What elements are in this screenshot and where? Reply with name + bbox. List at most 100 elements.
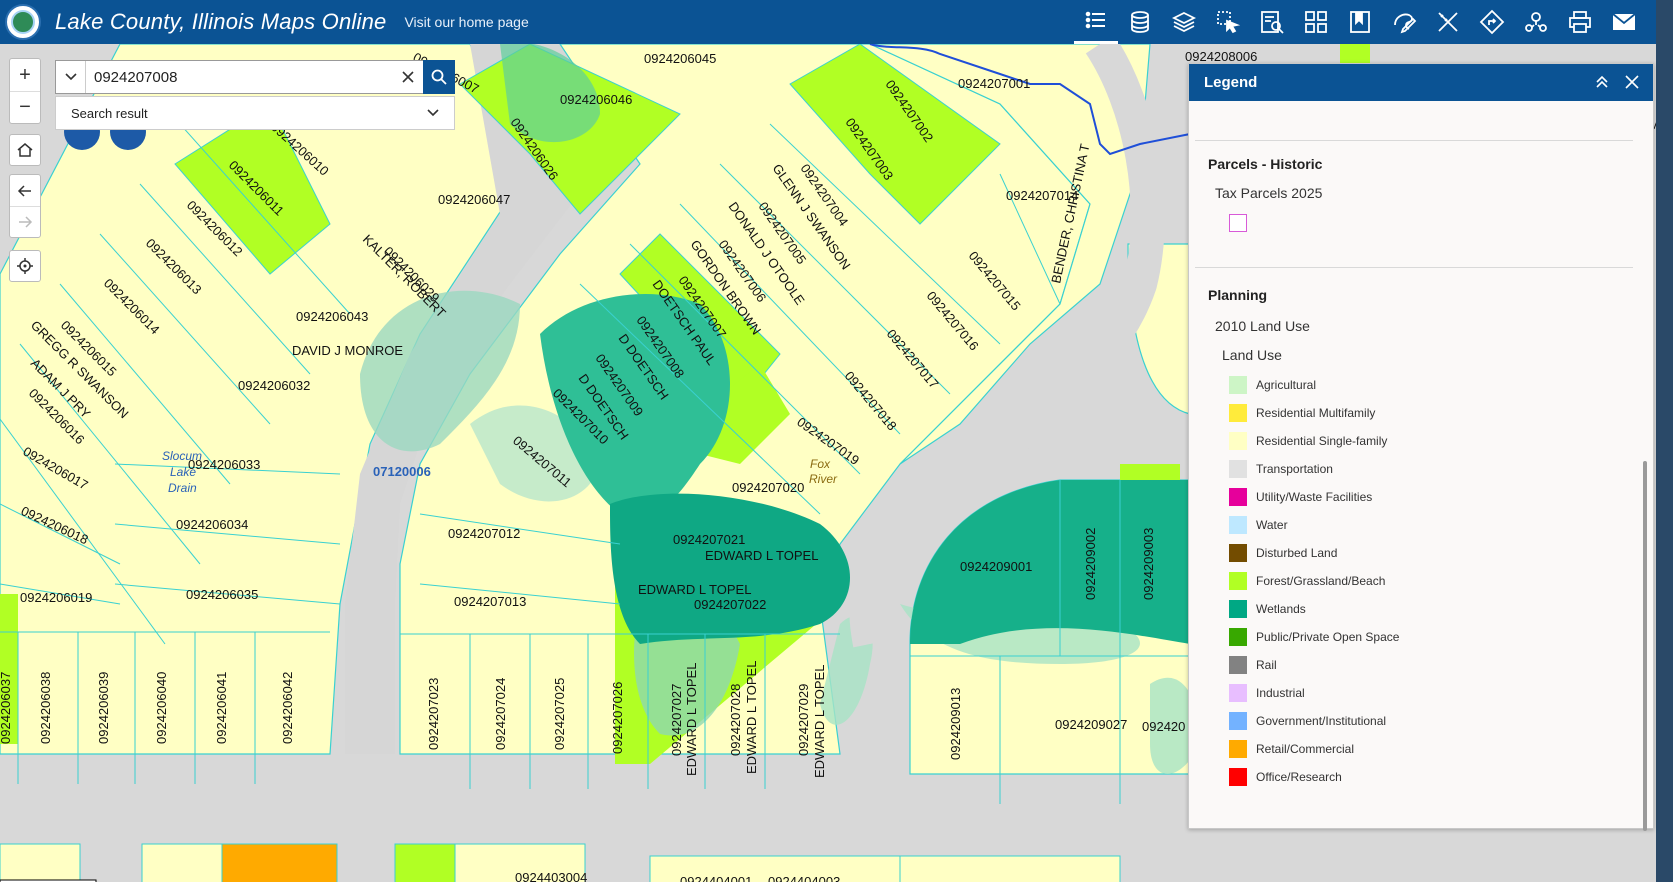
county-seal-logo[interactable]	[5, 4, 41, 40]
parcel-label[interactable]: 0924403004	[515, 870, 587, 882]
home-page-link[interactable]: Visit our home page	[404, 14, 528, 30]
tax-parcel-swatch	[1229, 214, 1247, 232]
parcel-label[interactable]: 0924207028	[728, 684, 743, 756]
measure-tool-button[interactable]	[1426, 0, 1470, 44]
directions-icon	[1479, 9, 1505, 35]
parcel-label[interactable]: 0924209027	[1055, 717, 1127, 732]
next-extent-button[interactable]	[10, 206, 40, 237]
toolbar	[1074, 0, 1646, 44]
print-tool-button[interactable]	[1558, 0, 1602, 44]
legend-item-label: Wetlands	[1256, 602, 1306, 616]
app-title: Lake County, Illinois Maps Online	[55, 9, 387, 34]
legend-item: Industrial	[1229, 683, 1305, 703]
parcel-label[interactable]: 0924207013	[454, 594, 526, 609]
legend-item: Wetlands	[1229, 599, 1306, 619]
legend-item-label: Agricultural	[1256, 378, 1317, 392]
water-label: Slocum	[162, 449, 202, 463]
legend-item-label: Residential Single-family	[1256, 434, 1388, 448]
extent-navigation	[9, 174, 41, 238]
clear-search-button[interactable]	[393, 70, 423, 84]
parcel-label[interactable]: 0924208006	[1185, 49, 1257, 64]
parcel-label[interactable]: 0924207026	[610, 682, 625, 754]
parcel-label[interactable]: 0924207020	[732, 480, 804, 495]
parcel-label[interactable]: 0924206038	[38, 672, 53, 744]
parcel-label[interactable]: 0924207029	[796, 684, 811, 756]
legend-item-label: Government/Institutional	[1256, 714, 1387, 728]
parcel-label[interactable]: 0924207027	[669, 684, 684, 756]
close-icon[interactable]	[1623, 73, 1641, 91]
search-source-dropdown[interactable]	[56, 61, 86, 93]
parcel-label[interactable]: 0924209003	[1141, 528, 1156, 600]
parcel-label[interactable]: 0924207012	[448, 526, 520, 541]
search-button[interactable]	[423, 60, 455, 94]
database-icon	[1131, 11, 1149, 33]
query-tool-button[interactable]	[1250, 0, 1294, 44]
parcel-label[interactable]: 0924207023	[426, 678, 441, 750]
legend-swatch	[1229, 768, 1247, 786]
parcel-label[interactable]: 0924207001	[958, 76, 1030, 91]
parcel-label[interactable]: 0924207021	[673, 532, 745, 547]
legend-swatch	[1229, 432, 1247, 450]
parcel-label[interactable]: 092420	[1142, 719, 1185, 734]
parcel-label[interactable]: 0924206043	[296, 309, 368, 324]
legend-content[interactable]: Parcels - Historic Tax Parcels 2025 Plan…	[1189, 101, 1639, 828]
legend-item-label: Utility/Waste Facilities	[1256, 490, 1373, 504]
parcel-label[interactable]: 0924206035	[186, 587, 258, 602]
select-tool-button[interactable]	[1206, 0, 1250, 44]
parcel-label[interactable]: 0924206040	[154, 672, 169, 744]
collapse-icon[interactable]	[1593, 73, 1611, 91]
zoom-in-button[interactable]: +	[10, 59, 40, 91]
legend-tool-button[interactable]	[1074, 0, 1118, 44]
parcel-label[interactable]: 0924206047	[438, 192, 510, 207]
legend-group-title: Parcels - Historic	[1208, 156, 1323, 172]
legend-layer-title: 2010 Land Use	[1215, 318, 1310, 334]
layers-tool-button[interactable]	[1162, 0, 1206, 44]
parcel-label[interactable]: 0924209002	[1083, 528, 1098, 600]
legend-swatch	[1229, 516, 1247, 534]
data-tool-button[interactable]	[1118, 0, 1162, 44]
parcel-label[interactable]: 0924207022	[694, 597, 766, 612]
legend-item-label: Public/Private Open Space	[1256, 630, 1400, 644]
bookmark-icon	[1350, 11, 1370, 33]
parcel-label[interactable]: 0924206039	[96, 672, 111, 744]
legend-scrollbar[interactable]	[1639, 101, 1653, 831]
parcel-label[interactable]: 0924404003	[768, 874, 840, 882]
directions-tool-button[interactable]	[1470, 0, 1514, 44]
parcel-label[interactable]: 0924206042	[280, 672, 295, 744]
basemap-tool-button[interactable]	[1294, 0, 1338, 44]
parcel-label[interactable]: 0924206037	[0, 672, 13, 744]
zoom-control: + −	[9, 58, 41, 124]
legend-swatch	[1229, 404, 1247, 422]
legend-item-label: Forest/Grassland/Beach	[1256, 574, 1386, 588]
share-tool-button[interactable]	[1514, 0, 1558, 44]
parcel-label[interactable]: 0924206032	[238, 378, 310, 393]
parcel-label[interactable]: 07120006	[373, 464, 431, 479]
legend-header: Legend	[1189, 64, 1653, 101]
parcel-label[interactable]: 0924206045	[644, 51, 716, 66]
bookmarks-tool-button[interactable]	[1338, 0, 1382, 44]
parcel-label[interactable]: 0924206019	[20, 590, 92, 605]
owner-label: EDWARD L TOPEL	[684, 663, 699, 776]
parcel-label[interactable]: 0924207024	[493, 678, 508, 750]
search-result-dropdown[interactable]: Search result	[55, 96, 455, 130]
parcel-label[interactable]: 0924206046	[560, 92, 632, 107]
parcel-label[interactable]: 0924206034	[176, 517, 248, 532]
measure-icon	[1438, 12, 1458, 32]
draw-icon	[1394, 13, 1417, 34]
draw-tool-button[interactable]	[1382, 0, 1426, 44]
previous-extent-button[interactable]	[10, 175, 40, 206]
mail-tool-button[interactable]	[1602, 0, 1646, 44]
parcel-label[interactable]: 0924209013	[948, 688, 963, 760]
scrollbar-thumb[interactable]	[1643, 461, 1647, 831]
zoom-out-button[interactable]: −	[10, 91, 40, 123]
home-extent-button[interactable]	[9, 134, 41, 166]
parcel-label[interactable]: 0924404001	[680, 874, 752, 882]
parcel-label[interactable]: 0924207025	[552, 678, 567, 750]
locate-button[interactable]	[9, 250, 41, 282]
parcel-label[interactable]: 0924209001	[960, 559, 1032, 574]
legend-item-label: Disturbed Land	[1256, 546, 1338, 560]
search-input[interactable]	[86, 68, 393, 86]
legend-swatch	[1229, 740, 1247, 758]
parcel-label[interactable]: 0924206041	[214, 672, 229, 744]
legend-swatch	[1229, 460, 1247, 478]
